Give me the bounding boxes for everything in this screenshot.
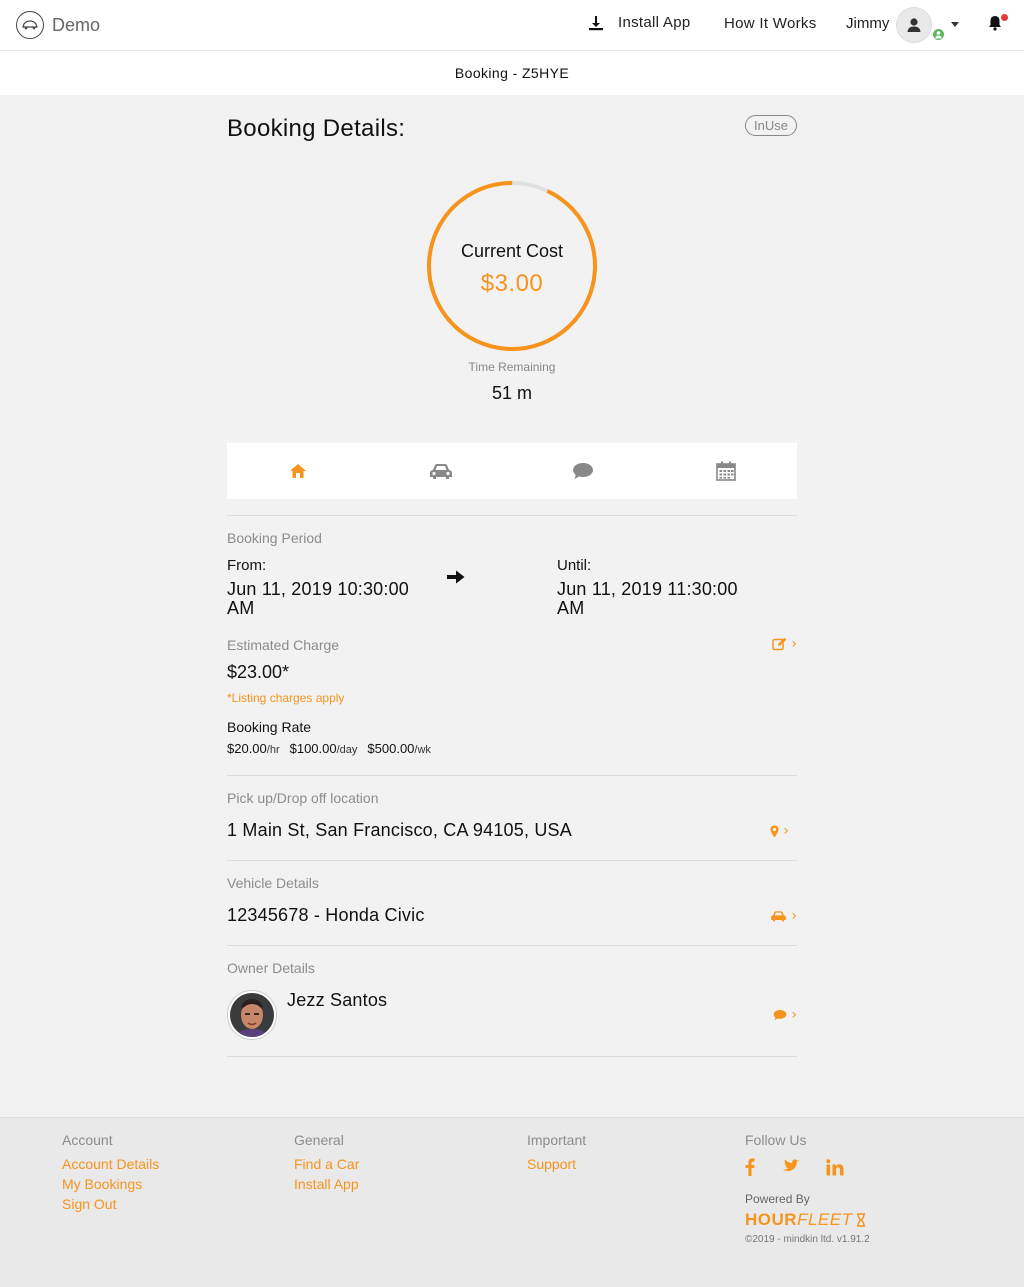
location-label: Pick up/Drop off location (227, 790, 379, 806)
top-navbar: Demo Install App How It Works Jimmy (0, 0, 1024, 51)
social-links (745, 1158, 870, 1176)
tab-calendar[interactable] (655, 443, 798, 499)
hourfleet-logo[interactable]: HOUR FLEET (745, 1210, 870, 1230)
footer-account-heading: Account (62, 1132, 113, 1148)
user-icon (907, 18, 921, 32)
chevron-right-icon: › (791, 636, 797, 652)
divider (227, 775, 797, 776)
rate-hourly: $20.00/hr (227, 741, 280, 756)
message-owner-button[interactable]: › (773, 1007, 797, 1023)
page-title: Booking Details: (227, 115, 406, 142)
owner-name: Jezz Santos (287, 990, 388, 1010)
home-icon (290, 464, 307, 478)
estimated-charge-value: $23.00* (227, 662, 290, 682)
from-date: Jun 11, 2019 10:30:00 AM (227, 579, 410, 618)
divider (227, 515, 797, 516)
chevron-right-icon: › (783, 823, 789, 839)
until-date: Jun 11, 2019 11:30:00 AM (557, 579, 738, 618)
brand-link[interactable]: Demo (16, 10, 100, 40)
linkedin-icon[interactable] (826, 1158, 844, 1176)
chevron-right-icon: › (791, 908, 797, 924)
estimated-charge-label: Estimated Charge (227, 637, 340, 653)
rate-weekly: $500.00/wk (367, 741, 431, 756)
booking-subheader: Booking - Z5HYE (0, 51, 1024, 95)
until-label: Until: (557, 557, 592, 574)
charge-note: *Listing charges apply (227, 691, 345, 705)
footer-general-column: General Find a Car Install App (294, 1132, 359, 1194)
facebook-icon[interactable] (745, 1158, 755, 1176)
booking-tabs (227, 443, 797, 499)
owner-label: Owner Details (227, 960, 315, 976)
hourglass-icon (857, 1213, 866, 1227)
car-icon (771, 911, 787, 922)
brand-name: Demo (52, 14, 101, 35)
map-marker-icon (770, 825, 779, 837)
footer-general-heading: General (294, 1132, 344, 1148)
edit-charge-button[interactable]: › (772, 636, 797, 652)
footer-link-install-app[interactable]: Install App (294, 1174, 359, 1194)
user-name[interactable]: Jimmy (846, 15, 889, 32)
current-cost-value: $3.00 (480, 270, 544, 297)
calendar-icon (715, 461, 736, 481)
footer-follow-heading: Follow Us (745, 1132, 807, 1148)
powered-by-label: Powered By (745, 1192, 810, 1206)
booking-rates: $20.00/hr $100.00/day $500.00/wk (227, 741, 431, 756)
user-menu-chevron-down-icon[interactable] (951, 22, 959, 27)
time-remaining-value: 51 m (491, 383, 533, 403)
vehicle-label: Vehicle Details (227, 875, 319, 891)
cost-progress-ring (427, 181, 597, 351)
chat-icon (774, 1009, 787, 1021)
divider (227, 945, 797, 946)
online-status-badge (931, 27, 946, 42)
arrow-right-icon (447, 570, 465, 584)
footer-link-sign-out[interactable]: Sign Out (62, 1194, 159, 1214)
owner-avatar[interactable] (228, 991, 276, 1039)
tab-messages[interactable] (512, 443, 655, 499)
footer-link-find-a-car[interactable]: Find a Car (294, 1154, 359, 1174)
location-map-button[interactable]: › (770, 823, 789, 839)
footer-important-column: Important Support (527, 1132, 586, 1174)
current-cost-label: Current Cost (460, 241, 564, 261)
car-logo-icon (16, 11, 44, 39)
tab-vehicle[interactable] (370, 443, 513, 499)
copyright-text: ©2019 - mindkin ltd. v1.91.2 (745, 1234, 870, 1245)
footer-link-account-details[interactable]: Account Details (62, 1154, 159, 1174)
install-app-label: Install App (618, 14, 691, 31)
twitter-icon[interactable] (781, 1159, 800, 1175)
location-value: 1 Main St, San Francisco, CA 94105, USA (227, 820, 572, 840)
download-icon (589, 15, 603, 30)
from-label: From: (227, 557, 267, 574)
booking-period-label: Booking Period (227, 530, 322, 546)
time-remaining-label: Time Remaining (468, 360, 556, 374)
footer-link-support[interactable]: Support (527, 1154, 586, 1174)
footer-follow-column: Follow Us Powered By HOUR FLEET ©2019 - m… (745, 1132, 870, 1245)
edit-icon (772, 637, 787, 651)
vehicle-details-button[interactable]: › (770, 908, 797, 924)
notification-bell-icon[interactable] (988, 15, 1002, 36)
tab-home[interactable] (227, 443, 370, 499)
vehicle-value: 12345678 - Honda Civic (227, 905, 425, 925)
footer: Account Account Details My Bookings Sign… (0, 1117, 1024, 1287)
how-it-works-link[interactable]: How It Works (724, 15, 817, 32)
footer-important-heading: Important (527, 1132, 587, 1148)
avatar[interactable] (896, 7, 932, 43)
rate-daily: $100.00/day (289, 741, 358, 756)
chevron-right-icon: › (791, 1007, 797, 1023)
divider (227, 1056, 797, 1057)
install-app-link[interactable]: Install App (588, 14, 691, 31)
notification-dot (1001, 14, 1008, 21)
chat-icon (573, 463, 594, 479)
footer-account-column: Account Account Details My Bookings Sign… (62, 1132, 159, 1214)
footer-link-my-bookings[interactable]: My Bookings (62, 1174, 159, 1194)
divider (227, 860, 797, 861)
booking-rate-label: Booking Rate (227, 719, 312, 735)
car-icon (429, 464, 452, 479)
status-badge: InUse (745, 115, 797, 136)
